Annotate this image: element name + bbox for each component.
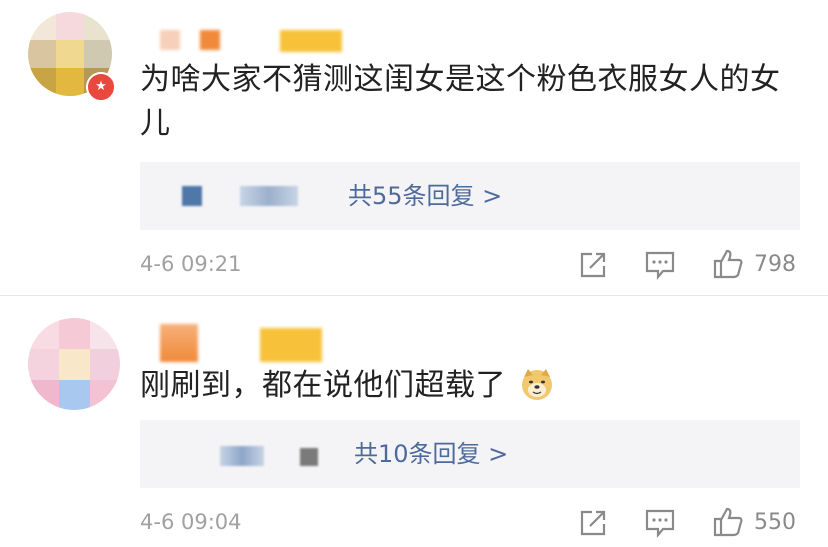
share-icon[interactable] bbox=[578, 250, 608, 284]
share-icon[interactable] bbox=[578, 508, 608, 542]
like-icon[interactable] bbox=[712, 506, 744, 542]
comment-text-content: 刚刷到，都在说他们超载了 bbox=[140, 368, 506, 403]
comment-text: 刚刷到，都在说他们超载了 bbox=[140, 364, 792, 408]
replier-avatar bbox=[182, 186, 202, 206]
comment-text: 为啥大家不猜测这闺女是这个粉色衣服女人的女儿 bbox=[140, 62, 781, 141]
avatar[interactable] bbox=[28, 318, 120, 410]
comment-time: 4-6 09:21 bbox=[140, 252, 242, 276]
like-count: 550 bbox=[754, 510, 796, 535]
replies-panel[interactable]: 共10条回复 > bbox=[140, 420, 800, 488]
doge-emoji-icon bbox=[522, 369, 553, 400]
like-count: 798 bbox=[754, 252, 796, 277]
replier-name bbox=[220, 446, 264, 466]
vip-badge-icon: ★ bbox=[86, 72, 116, 102]
username[interactable] bbox=[160, 30, 344, 52]
comment-item: ★ 为啥大家不猜测这闺女是这个粉色衣服女人的女儿 共55条回复 > 4-6 09… bbox=[0, 0, 828, 296]
username[interactable] bbox=[160, 324, 324, 364]
view-replies-link[interactable]: 共10条回复 > bbox=[354, 420, 508, 488]
comment-item: 刚刷到，都在说他们超载了 共10条回复 > 4-6 09:04 550 bbox=[0, 296, 828, 547]
replier-name bbox=[240, 186, 298, 206]
replies-panel[interactable]: 共55条回复 > bbox=[140, 162, 800, 230]
comment-icon[interactable] bbox=[644, 250, 676, 284]
like-icon[interactable] bbox=[712, 248, 744, 284]
comment-icon[interactable] bbox=[644, 508, 676, 542]
comment-time: 4-6 09:04 bbox=[140, 510, 242, 534]
replier-avatar bbox=[300, 448, 318, 466]
view-replies-link[interactable]: 共55条回复 > bbox=[348, 162, 502, 230]
